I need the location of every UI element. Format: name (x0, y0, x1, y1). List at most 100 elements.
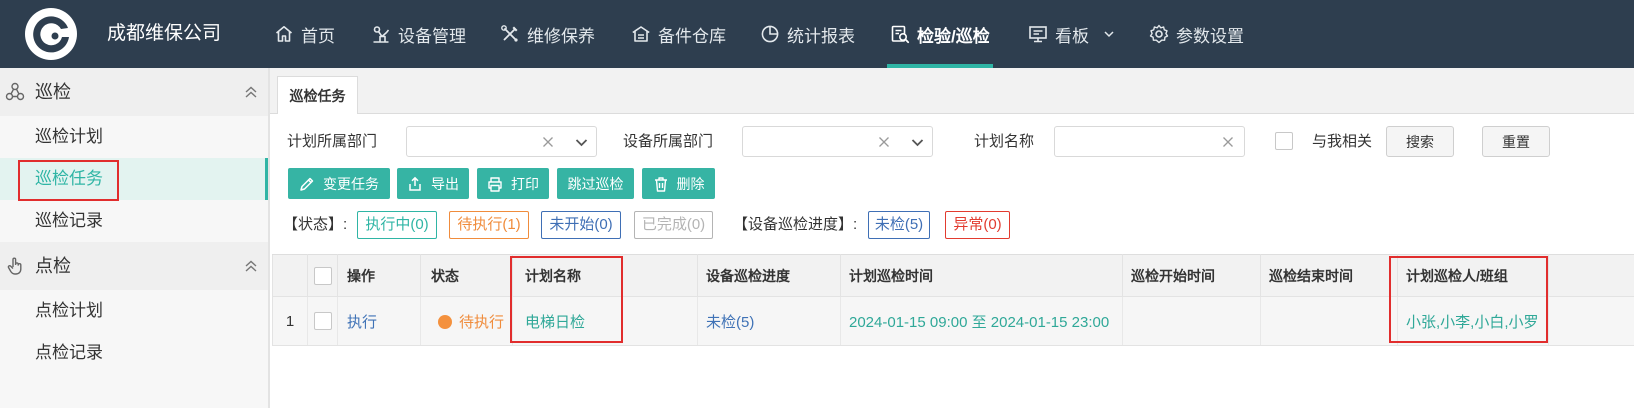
chevron-down-icon[interactable] (574, 135, 589, 150)
clear-icon[interactable] (878, 136, 890, 148)
home-icon (274, 24, 294, 44)
sidebar-item-spot-plan[interactable]: 点检计划 (0, 290, 268, 332)
equip-dept-select[interactable] (742, 126, 933, 157)
sidebar-item-patrol-record[interactable]: 巡检记录 (0, 200, 268, 242)
sidebar-item-label: 点检记录 (35, 343, 103, 362)
header-action: 操作 (337, 254, 421, 297)
sidebar: 巡检 巡检计划 巡检任务 巡检记录 点检 点检计划 点检记录 (0, 68, 270, 408)
pie-chart-icon (760, 24, 780, 44)
printer-icon (487, 176, 503, 192)
sidebar-item-spot-record[interactable]: 点检记录 (0, 332, 268, 374)
nav-inspection[interactable]: 检验/巡检 (887, 0, 993, 68)
sidebar-item-patrol-plan[interactable]: 巡检计划 (0, 116, 268, 158)
export-icon (407, 176, 423, 192)
row-status: 待执行 (420, 296, 513, 346)
row-select (307, 296, 338, 346)
plan-dept-select[interactable] (406, 126, 597, 157)
nav-label: 统计报表 (787, 26, 855, 46)
print-button[interactable]: 打印 (477, 168, 549, 199)
reset-button[interactable]: 重置 (1482, 126, 1550, 157)
header-progress[interactable]: 设备巡检进度 (697, 254, 841, 297)
progress-filter-label: 【设备巡检进度】: (733, 216, 858, 233)
gear-icon (1149, 24, 1169, 44)
nav-reports[interactable]: 统计报表 (760, 0, 855, 68)
header-planned-time[interactable]: 计划巡检时间 (840, 254, 1123, 297)
plan-dept-label: 计划所属部门 (287, 133, 378, 150)
equip-dept-label: 设备所属部门 (623, 133, 714, 150)
trash-icon (653, 176, 669, 192)
sidebar-group-title: 巡检 (35, 82, 71, 102)
header-end-time[interactable]: 巡检结束时间 (1260, 254, 1398, 297)
select-all-checkbox[interactable] (313, 266, 332, 285)
delete-button[interactable]: 删除 (642, 168, 715, 199)
row-start-time (1122, 296, 1261, 346)
sidebar-item-label: 巡检计划 (35, 127, 103, 146)
execute-link[interactable]: 执行 (337, 296, 421, 346)
button-label: 变更任务 (323, 175, 379, 192)
header-status: 状态 (420, 254, 513, 297)
inspection-icon (890, 24, 910, 44)
nav-settings[interactable]: 参数设置 (1149, 0, 1244, 68)
network-icon (5, 82, 25, 102)
edit-icon (299, 176, 315, 192)
nav-label: 设备管理 (398, 26, 466, 46)
tab-patrol-task[interactable]: 巡检任务 (277, 76, 358, 114)
row-planned-time: 2024-01-15 09:00 至 2024-01-15 23:00 (840, 296, 1123, 346)
export-button[interactable]: 导出 (397, 168, 469, 199)
company-name: 成都维保公司 (107, 23, 222, 44)
nav-equipment[interactable]: 设备管理 (371, 0, 466, 68)
tab-strip: 巡检任务 (270, 68, 1634, 114)
row-end-time (1260, 296, 1398, 346)
warehouse-icon (631, 24, 651, 44)
chevron-down-icon (1103, 28, 1115, 40)
nav-label: 参数设置 (1176, 26, 1244, 46)
nav-dashboard[interactable]: 看板 (1028, 0, 1115, 68)
collapse-icon[interactable] (244, 85, 258, 99)
active-item-indicator (265, 158, 268, 200)
company-logo[interactable] (24, 7, 78, 61)
header-start-time[interactable]: 巡检开始时间 (1122, 254, 1261, 297)
skip-patrol-button[interactable]: 跳过巡检 (557, 168, 634, 199)
clear-icon[interactable] (542, 136, 554, 148)
nav-label: 看板 (1055, 26, 1089, 46)
annotation-highlight-box (18, 160, 119, 201)
header-filler (1548, 254, 1634, 297)
header-index (272, 254, 308, 297)
status-tag-not-started[interactable]: 未开始(0) (541, 211, 621, 239)
button-label: 打印 (511, 175, 539, 192)
row-index: 1 (272, 296, 308, 346)
related-to-me-label: 与我相关 (1312, 133, 1373, 150)
sidebar-item-label: 点检计划 (35, 301, 103, 320)
collapse-icon[interactable] (244, 259, 258, 273)
status-tag-pending[interactable]: 待执行(1) (449, 211, 529, 239)
search-button[interactable]: 搜索 (1386, 126, 1454, 157)
clear-icon[interactable] (1222, 136, 1234, 148)
row-progress[interactable]: 未检(5) (697, 296, 841, 346)
nav-maintenance[interactable]: 维修保养 (500, 0, 595, 68)
plan-name-label: 计划名称 (974, 133, 1035, 150)
progress-tag-abnormal[interactable]: 异常(0) (945, 211, 1010, 239)
plan-name-input[interactable] (1054, 126, 1245, 157)
change-task-button[interactable]: 变更任务 (288, 168, 390, 199)
sidebar-group-spot-check[interactable]: 点检 (0, 242, 268, 290)
top-header: 成都维保公司 首页 设备管理 维修保养 备件仓库 统计报表 检验/巡检 看板 参… (0, 0, 1634, 68)
nav-label: 首页 (301, 26, 335, 46)
header-select-all (307, 254, 338, 297)
status-filter-label: 【状态】: (283, 216, 348, 233)
equipment-icon (371, 24, 391, 44)
status-tag-completed[interactable]: 已完成(0) (634, 211, 713, 239)
annotation-highlight-box (1389, 256, 1548, 343)
row-checkbox[interactable] (313, 312, 332, 330)
related-to-me-checkbox[interactable] (1275, 132, 1293, 150)
status-text: 待执行 (459, 313, 505, 331)
tools-icon (500, 24, 520, 44)
hand-pointer-icon (5, 256, 25, 276)
nav-home[interactable]: 首页 (274, 0, 335, 68)
nav-spare-parts[interactable]: 备件仓库 (631, 0, 726, 68)
monitor-icon (1028, 24, 1048, 44)
chevron-down-icon[interactable] (910, 135, 925, 150)
status-tag-in-progress[interactable]: 执行中(0) (357, 211, 437, 239)
sidebar-group-patrol[interactable]: 巡检 (0, 68, 268, 116)
progress-tag-unchecked[interactable]: 未检(5) (868, 211, 930, 239)
button-label: 跳过巡检 (567, 175, 624, 192)
